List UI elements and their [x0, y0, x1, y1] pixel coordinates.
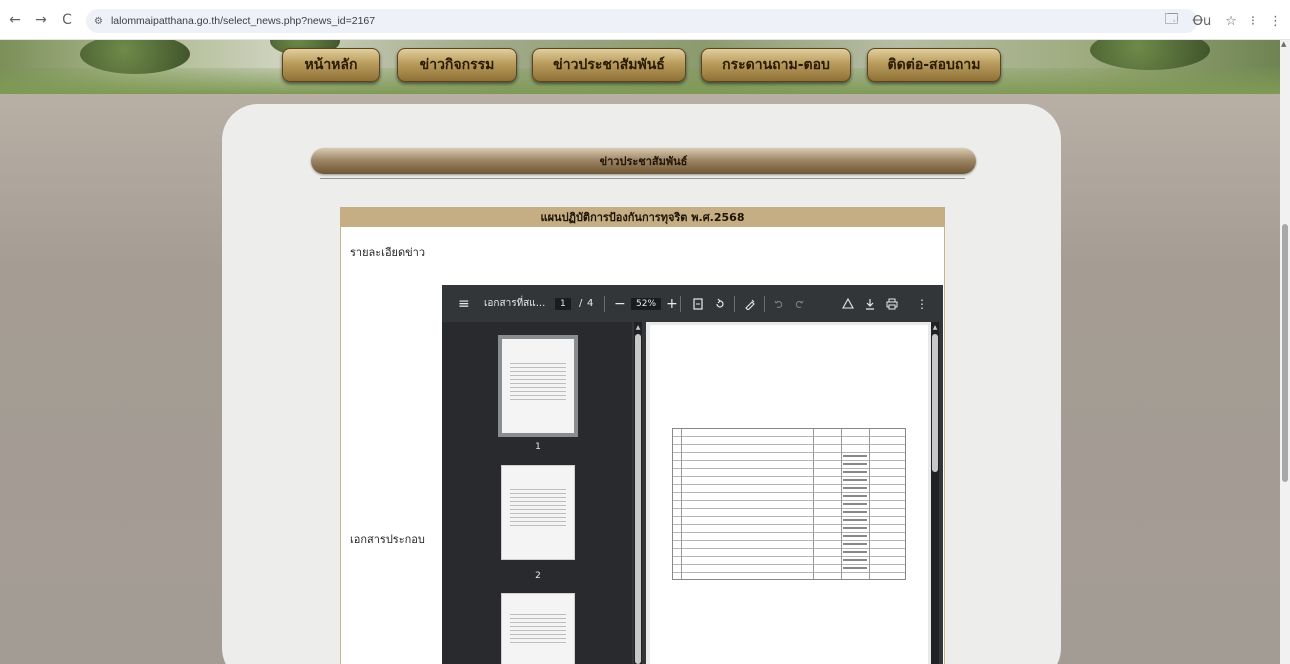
pdf-total-pages: 4	[587, 298, 594, 309]
nav-qa-board-button[interactable]: กระดานถาม-ตอบ	[701, 48, 851, 82]
pdf-thumbnail-page[interactable]	[501, 465, 575, 560]
browser-menu-icon[interactable]: ⋮	[1269, 14, 1282, 29]
pdf-thumbnail-page[interactable]	[498, 335, 578, 437]
forward-icon[interactable]: →	[30, 9, 52, 31]
profile-icon[interactable]: Ꝋu	[1192, 14, 1211, 29]
pdf-toolbar-separator	[604, 295, 605, 312]
scroll-up-icon[interactable]: ▲	[1281, 40, 1286, 48]
section-title: ข่าวประชาสัมพันธ์	[311, 148, 976, 174]
page-scrollbar-thumb[interactable]	[1282, 224, 1288, 482]
pdf-toolbar: ≡ เอกสารที่สแ... 1 / 4 − 52% + ⋮	[442, 285, 943, 322]
news-title: แผนปฏิบัติการป้องกันการทุจริต พ.ศ.2568	[340, 207, 945, 227]
url-text[interactable]: lalommaipatthana.go.th/select_news.php?n…	[111, 15, 375, 27]
pdf-menu-icon[interactable]: ≡	[458, 285, 470, 322]
reload-icon[interactable]: C	[56, 9, 78, 31]
address-bar[interactable]: ⚙ lalommaipatthana.go.th/select_news.php…	[86, 9, 1198, 33]
back-icon[interactable]: ←	[4, 9, 26, 31]
pdf-thumbnail-number: 1	[535, 442, 541, 452]
scroll-up-icon[interactable]: ▲	[931, 324, 939, 332]
pdf-more-options-icon[interactable]: ⋮	[916, 285, 928, 322]
pdf-file-name: เอกสารที่สแ...	[484, 298, 546, 309]
pdf-toolbar-separator	[734, 295, 735, 312]
print-icon[interactable]	[886, 285, 898, 322]
nav-contact-button[interactable]: ติดต่อ-สอบถาม	[867, 48, 1001, 82]
bookmark-star-icon[interactable]: ☆	[1225, 14, 1237, 29]
rotate-icon[interactable]	[714, 285, 726, 322]
nav-activities-button[interactable]: ข่าวกิจกรรม	[397, 48, 517, 82]
pdf-page-separator: /	[579, 298, 583, 309]
pdf-thumbnail-page[interactable]	[501, 593, 575, 664]
undo-icon[interactable]	[774, 285, 784, 322]
thumbnail-scrollbar[interactable]: ▲	[634, 322, 642, 664]
pdf-document-table	[672, 428, 906, 580]
translate-icon[interactable]: 🗔	[1164, 10, 1178, 32]
drive-save-icon[interactable]	[842, 285, 854, 322]
pdf-zoom-input[interactable]: 52%	[631, 297, 662, 310]
nav-announcements-button[interactable]: ข่าวประชาสัมพันธ์	[532, 48, 686, 82]
pdf-zoom-in-button[interactable]: +	[666, 285, 678, 322]
site-info-icon[interactable]: ⚙	[94, 16, 103, 27]
pdf-toolbar-separator	[764, 295, 765, 312]
banner-tree	[1090, 40, 1210, 70]
pdf-main-scrollbar-thumb[interactable]	[932, 334, 938, 472]
nav-home-button[interactable]: หน้าหลัก	[282, 48, 380, 82]
browser-toolbar: ← → C ⚙ lalommaipatthana.go.th/select_ne…	[0, 0, 1290, 40]
pdf-main-scrollbar[interactable]: ▲	[931, 322, 939, 664]
pdf-thumbnail-number: 2	[535, 571, 541, 581]
scroll-up-icon[interactable]: ▲	[634, 324, 642, 332]
extensions-icon[interactable]: ⁝	[1251, 14, 1255, 29]
news-detail-label: รายละเอียดข่าว	[350, 246, 426, 259]
annotate-pen-icon[interactable]	[744, 285, 756, 322]
fit-page-icon[interactable]	[692, 285, 704, 322]
redo-icon[interactable]	[794, 285, 804, 322]
section-divider	[320, 178, 965, 179]
pdf-page-input[interactable]: 1	[555, 297, 571, 310]
thumbnail-scrollbar-thumb[interactable]	[635, 334, 641, 664]
page-scrollbar[interactable]: ▲	[1280, 40, 1290, 664]
pdf-zoom-out-button[interactable]: −	[614, 285, 626, 322]
attachment-label: เอกสารประกอบ	[350, 533, 425, 546]
download-icon[interactable]	[864, 285, 876, 322]
pdf-toolbar-separator	[680, 295, 681, 312]
